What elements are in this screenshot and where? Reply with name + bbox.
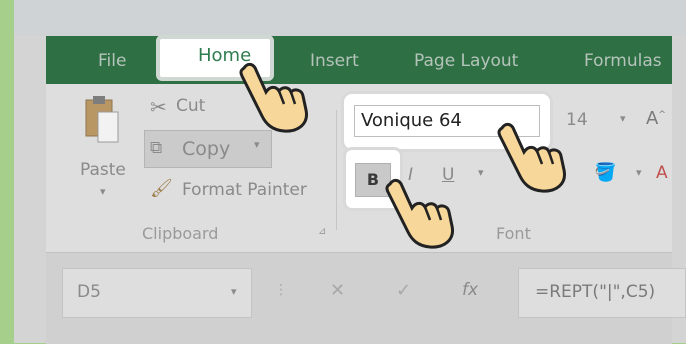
fill-color-icon[interactable]: 🪣: [594, 162, 616, 183]
name-box[interactable]: D5 ▾: [62, 268, 252, 318]
format-painter-icon: 🖌: [150, 178, 173, 199]
paste-button[interactable]: Paste: [80, 160, 126, 180]
underline-dropdown-icon[interactable]: ▾: [478, 166, 484, 179]
increase-font-size-icon[interactable]: A^: [646, 108, 666, 129]
tab-file[interactable]: File: [98, 46, 126, 76]
confirm-formula-icon[interactable]: ✓: [396, 280, 411, 301]
cell-reference: D5: [77, 282, 101, 302]
formula-text: =REPT("|",C5): [535, 282, 656, 302]
fill-color-dropdown-icon[interactable]: ▾: [636, 166, 642, 179]
insert-function-icon[interactable]: fx: [462, 280, 478, 300]
pointing-hand-icon: [494, 114, 574, 194]
clipboard-group-label: Clipboard: [142, 224, 219, 243]
ribbon-tab-bar: File Insert Page Layout Formulas: [46, 36, 672, 84]
copy-dropdown-icon[interactable]: ▾: [254, 138, 260, 151]
title-strip: [14, 0, 686, 36]
paste-icon[interactable]: [82, 92, 122, 148]
name-box-dropdown-icon[interactable]: ▾: [231, 285, 237, 298]
format-painter-button[interactable]: Format Painter: [182, 180, 307, 200]
pointing-hand-icon: [382, 170, 462, 250]
cancel-formula-icon[interactable]: ✕: [330, 280, 345, 301]
cut-button[interactable]: Cut: [176, 96, 205, 116]
tab-insert[interactable]: Insert: [310, 46, 359, 76]
font-group-label: Font: [496, 224, 531, 243]
clipboard-launcher-icon[interactable]: ⊿: [318, 226, 326, 237]
formula-input[interactable]: =REPT("|",C5): [518, 268, 686, 318]
tab-page-layout[interactable]: Page Layout: [414, 46, 518, 76]
paste-dropdown-icon[interactable]: ▾: [100, 185, 106, 198]
font-name-value: Vonique 64: [361, 110, 462, 131]
pointing-hand-icon: [236, 54, 316, 134]
font-color-icon[interactable]: A: [656, 163, 668, 183]
group-divider: [336, 110, 337, 230]
tab-formulas[interactable]: Formulas: [584, 46, 662, 76]
font-size-dropdown-icon[interactable]: ▾: [620, 112, 626, 125]
formula-bar-grip-icon: ⋮: [274, 282, 288, 298]
copy-button[interactable]: Copy: [182, 138, 230, 160]
scissors-icon: ✂: [150, 95, 167, 119]
copy-icon: ⧉: [150, 138, 163, 158]
